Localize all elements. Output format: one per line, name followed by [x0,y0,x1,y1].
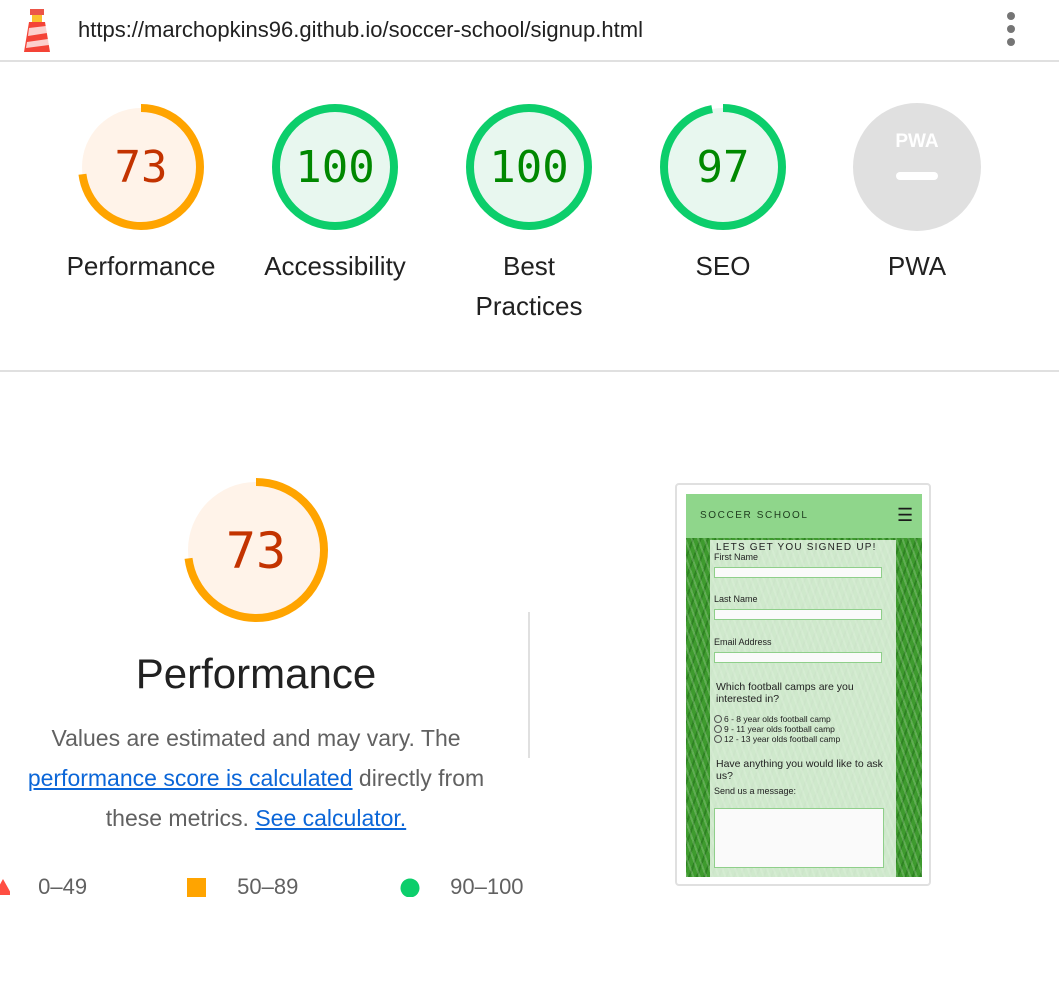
email-label: Email Address [714,637,772,647]
legend-range: 0–49 [38,874,88,899]
desc-text-3: these metrics. [105,805,249,831]
legend-average: 50–89 [187,874,298,900]
legend-range: 50–89 [237,874,299,899]
camp-option: 9 - 11 year olds football camp [714,724,835,734]
desc-text-1: Values are estimated and may vary. The [51,725,461,751]
gauge-ring-icon: 73 [78,104,204,230]
camp-option: 12 - 13 year olds football camp [714,734,840,744]
gauge-seo[interactable]: 97 SEO [635,102,811,286]
performance-description: Values are estimated and may vary. The p… [0,718,512,838]
pwa-badge-text: PWA [895,131,939,152]
gauge-score: 100 [295,142,374,193]
email-field [714,652,882,663]
gauge-score: 97 [697,142,750,193]
pwa-gauge-icon: PWA [853,103,981,231]
camps-question: Which football camps are you interested … [716,681,854,705]
message-textarea [714,808,884,868]
gauge-label: Accessibility [264,251,406,281]
first-name-field [714,567,882,578]
message-label: Send us a message: [714,786,797,796]
page-url: https://marchopkins96.github.io/soccer-s… [78,17,643,42]
ask-question: Have anything you would like to ask us? [716,758,883,782]
lighthouse-logo-icon [24,9,50,52]
camp-option: 6 - 8 year olds football camp [714,714,831,724]
gauge-ring-icon: 97 [660,104,786,230]
gauge-ring-icon: 100 [466,104,592,230]
performance-gauge-icon: 73 [184,478,328,622]
gauge-label-line2: Practices [475,291,583,321]
see-calculator-link[interactable]: See calculator. [255,805,406,831]
final-screenshot[interactable]: SOCCER SCHOOL ☰ LETS GET YOU SIGNED UP! … [675,483,931,886]
legend-fail: 0–49 [0,874,87,900]
performance-score: 73 [226,522,286,580]
signup-form: LETS GET YOU SIGNED UP! First Name Last … [710,540,896,877]
last-name-label: Last Name [714,594,758,604]
square-icon [187,878,206,897]
triangle-icon [0,879,12,895]
gauge-label: PWA [887,251,947,281]
gauge-label: Performance [66,251,216,281]
dash-icon [896,172,938,180]
gauge-label: SEO [695,251,751,281]
section-divider [0,370,1059,372]
gauge-label-line1: Best [502,251,556,281]
gauge-score: 73 [115,142,168,193]
circle-icon [400,878,420,898]
gauge-accessibility[interactable]: 100 Accessibility [247,102,423,286]
more-options-icon[interactable] [1000,12,1022,48]
desc-text-2: directly from [358,765,485,791]
first-name-label: First Name [714,552,759,562]
hamburger-menu-icon: ☰ [897,505,914,525]
gauge-ring-icon: 100 [272,104,398,230]
gauge-best-practices[interactable]: 100 Best Practices [441,102,617,326]
screenshot-page: SOCCER SCHOOL ☰ LETS GET YOU SIGNED UP! … [686,494,922,877]
last-name-field [714,609,882,620]
gauge-score: 100 [489,142,568,193]
vertical-divider [528,612,530,758]
legend-pass: 90–100 [400,874,524,900]
performance-title: Performance [135,650,377,697]
legend-range: 90–100 [450,874,524,899]
screenshot-navbar: SOCCER SCHOOL ☰ [686,494,922,538]
gauge-performance[interactable]: 73 Performance [53,102,229,286]
gauge-pwa[interactable]: PWA PWA [829,102,1005,286]
url-bar: https://marchopkins96.github.io/soccer-s… [0,0,1059,62]
score-calculated-link[interactable]: performance score is calculated [28,765,353,791]
screenshot-brand: SOCCER SCHOOL [700,510,809,521]
gauge-label: Best Practices [441,246,617,326]
